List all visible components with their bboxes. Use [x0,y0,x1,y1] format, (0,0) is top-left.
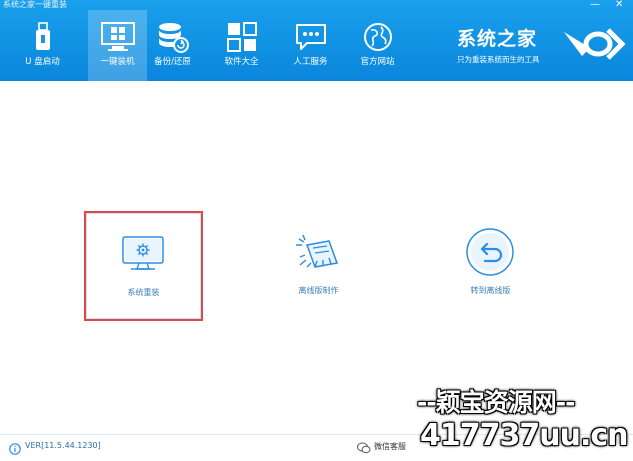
apps-grid-icon [212,20,271,54]
monitor-gear-icon [121,235,165,277]
card-switch-offline[interactable]: 转到离线版 [433,211,548,317]
chat-bubble-icon [281,20,340,54]
nav-item-usb-boot[interactable]: U 盘启动 [13,10,72,81]
main-nav: U 盘启动 一键装机 备份/还原 软件大全 人工服务 官方网站 [0,10,407,81]
header-bar: 系统之家一键重装 — ✕ U 盘启动 一键装机 备份/还原 软件大全 人工服务 … [0,0,633,81]
wechat-icon[interactable] [357,439,371,458]
usb-drive-icon [13,20,72,54]
window-title: 系统之家一键重装 [3,0,67,9]
logo-icon [560,26,626,66]
nav-item-one-click-install[interactable]: 一键装机 [88,10,147,81]
wechat-service-link[interactable]: 微信客服 [374,441,406,452]
version-text: VER[11.5.44.1230] [25,441,101,450]
minimize-button[interactable]: — [590,0,600,10]
card-label-switch-offline: 转到离线版 [470,286,511,295]
nav-item-manual-service[interactable]: 人工服务 [281,10,340,81]
close-button[interactable]: ✕ [615,0,623,10]
card-system-reinstall[interactable]: 系统重装 [84,211,203,321]
brand-name: 系统之家 [457,28,538,50]
nav-label-usb-boot: U 盘启动 [25,57,60,67]
globe-icon [348,20,407,54]
brand-tagline: 只为重装系统而生的工具 [457,55,540,64]
offline-package-icon [293,233,343,277]
nav-label-one-click-install: 一键装机 [100,57,135,67]
database-restore-icon [143,20,202,54]
nav-label-software: 软件大全 [224,57,259,67]
monitor-windows-icon [88,20,147,54]
return-arrow-icon [465,227,515,281]
nav-item-official-site[interactable]: 官方网站 [348,10,407,81]
nav-label-manual-service: 人工服务 [293,57,328,67]
card-label-system-reinstall: 系统重装 [127,288,160,297]
nav-label-backup-restore: 备份/还原 [154,57,191,67]
nav-item-software[interactable]: 软件大全 [212,10,271,81]
nav-label-official-site: 官方网站 [360,57,395,67]
nav-item-backup-restore[interactable]: 备份/还原 [143,10,202,81]
watermark-line1: --颖宝资源网-- [417,388,576,417]
card-offline-build[interactable]: 离线版制作 [261,211,376,317]
info-icon [9,440,21,459]
card-label-offline-build: 离线版制作 [298,286,339,295]
watermark-line2: 417737uu.cn [420,418,628,453]
